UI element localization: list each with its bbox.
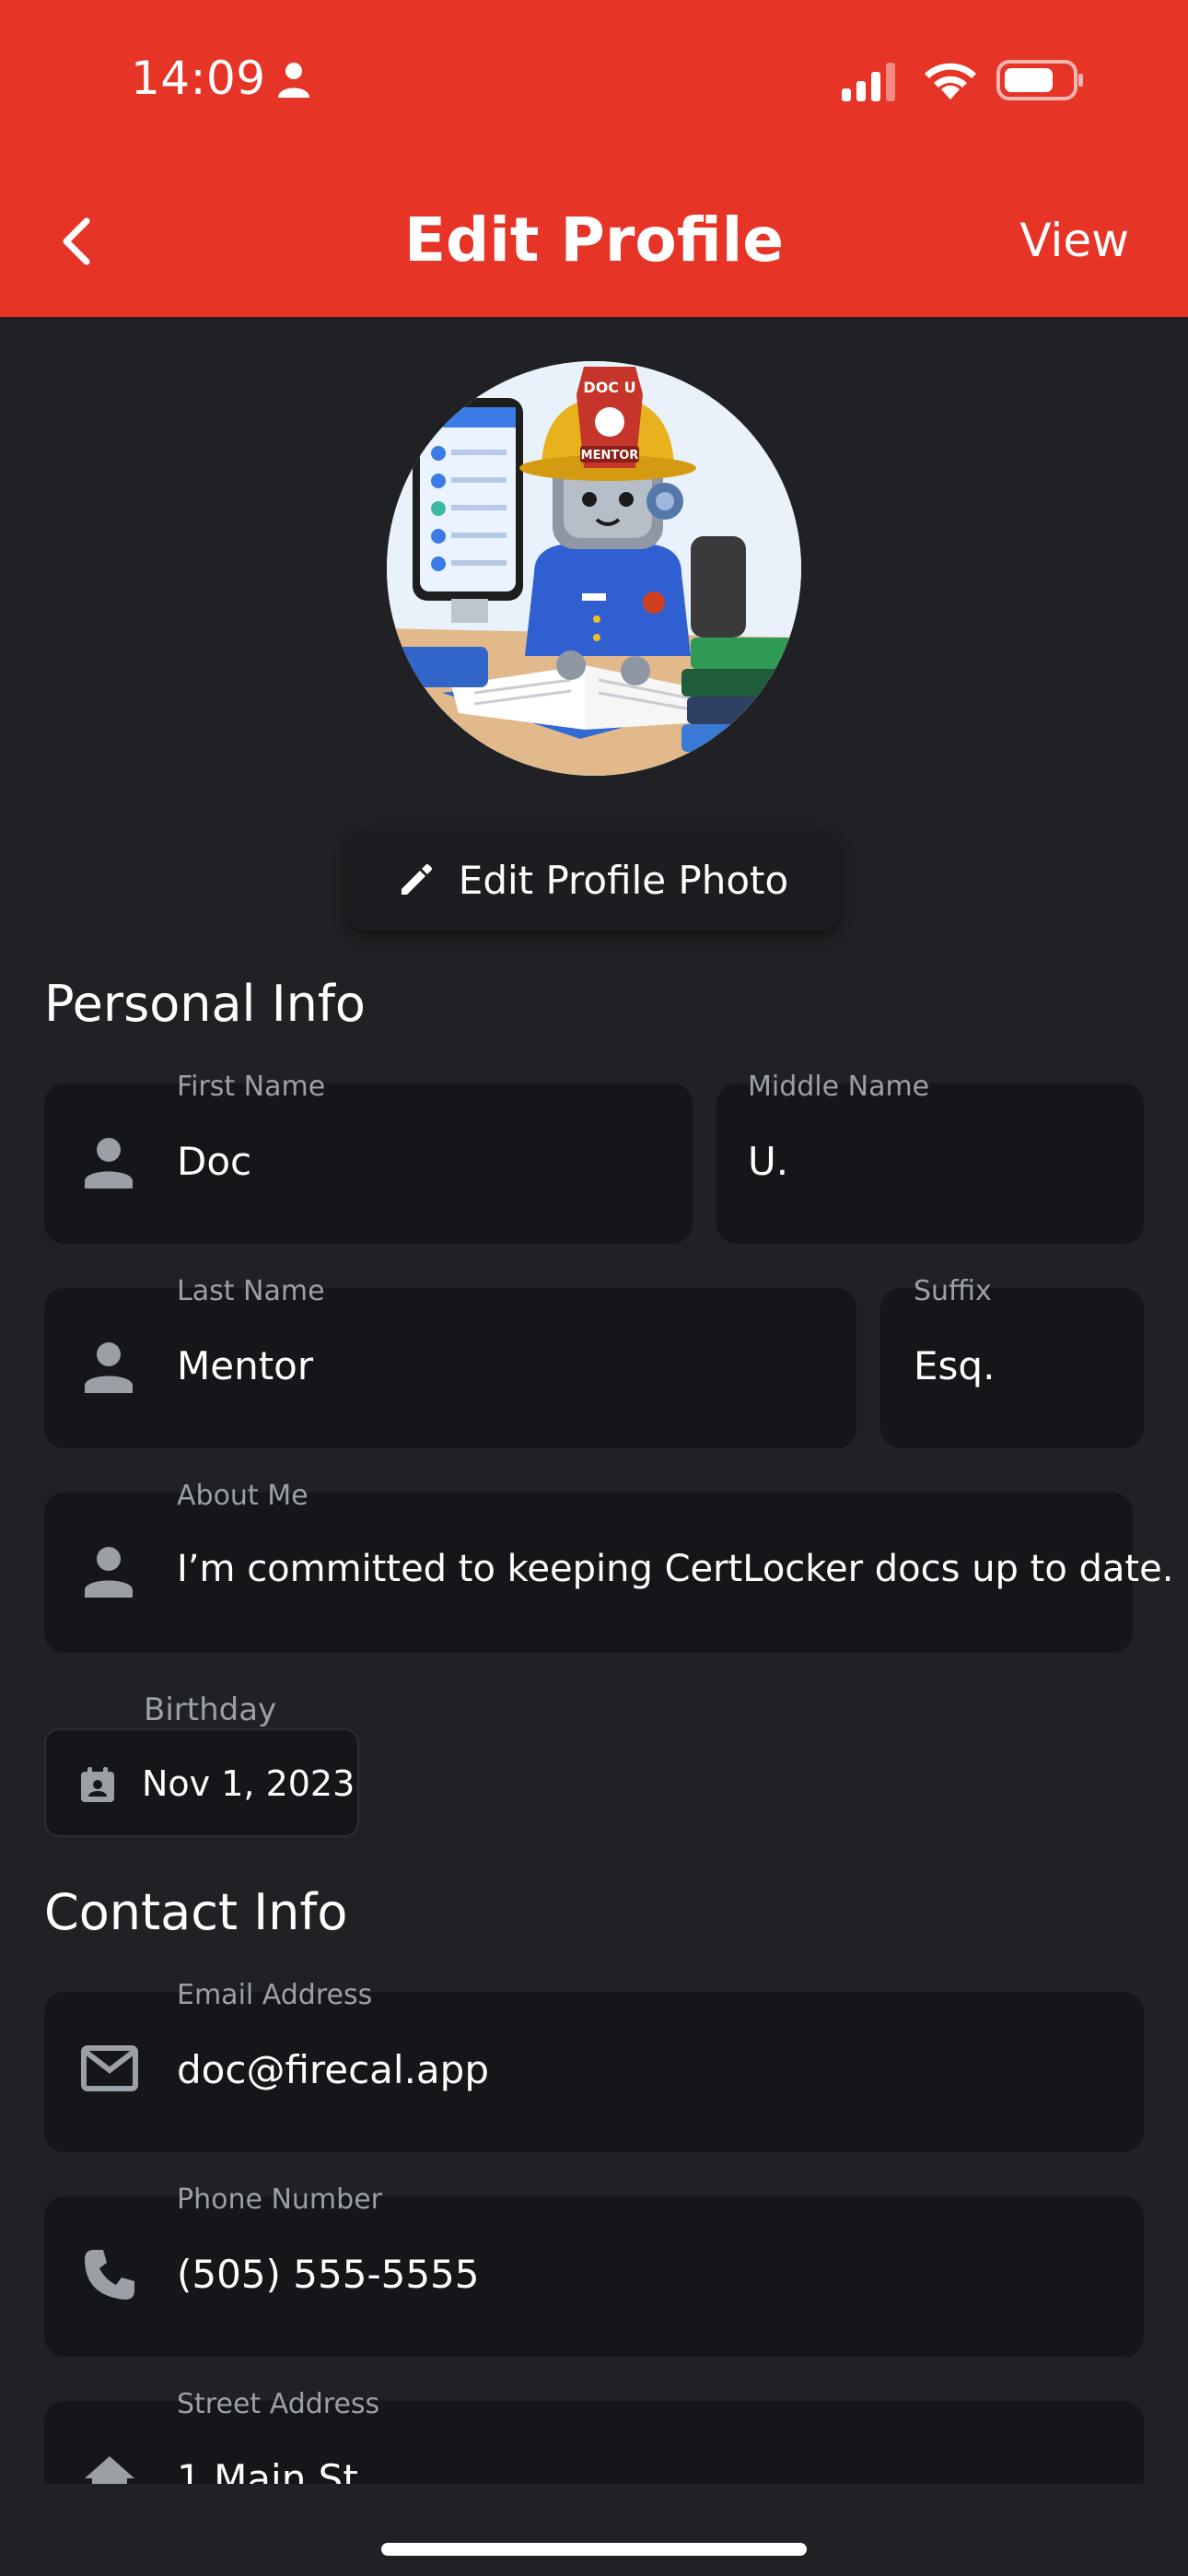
last-name-value: Mentor <box>177 1343 314 1388</box>
about-me-label: About Me <box>177 1480 309 1512</box>
first-name-label: First Name <box>177 1071 326 1103</box>
helmet-badge-top: DOC U <box>583 379 635 396</box>
first-name-field[interactable]: First Name Doc <box>44 1071 693 1244</box>
about-me-value: I’m committed to keeping CertLocker docs… <box>177 1548 1174 1590</box>
profile-photo[interactable]: DOC U MENTOR <box>387 361 801 776</box>
birthday-value: Nov 1, 2023 <box>142 1763 355 1804</box>
first-name-value: Doc <box>177 1139 252 1184</box>
birthday-picker[interactable]: Nov 1, 2023 <box>44 1728 359 1837</box>
battery-icon <box>996 60 1083 100</box>
person-icon <box>85 1138 133 1188</box>
phone-field[interactable]: Phone Number (505) 555-5555 <box>44 2184 1144 2357</box>
suffix-value: Esq. <box>914 1343 996 1388</box>
middle-name-label: Middle Name <box>748 1071 930 1103</box>
status-time: 14:09 <box>131 52 266 105</box>
contact-info-title: Contact Info <box>44 1883 348 1941</box>
signal-icon <box>842 63 895 101</box>
phone-label: Phone Number <box>177 2184 382 2216</box>
pencil-icon <box>401 864 432 895</box>
phone-value: (505) 555-5555 <box>177 2252 480 2297</box>
birthday-label: Birthday <box>144 1692 277 1728</box>
email-label: Email Address <box>177 1979 373 2011</box>
email-value: doc@firecal.app <box>177 2047 489 2092</box>
person-status-icon <box>278 63 309 98</box>
app-header: 14:09 Edit Profile View <box>0 0 1188 317</box>
suffix-label: Suffix <box>914 1275 992 1307</box>
home-indicator[interactable] <box>381 2543 807 2556</box>
middle-name-value: U. <box>748 1139 789 1184</box>
suffix-field[interactable]: Suffix Esq. <box>880 1275 1144 1448</box>
robot-mentor-illustration: DOC U MENTOR <box>387 361 801 776</box>
page-title: Edit Profile <box>403 205 785 275</box>
edit-profile-photo-button[interactable]: Edit Profile Photo <box>346 829 840 931</box>
person-icon <box>85 1547 133 1598</box>
last-name-label: Last Name <box>177 1275 325 1307</box>
phone-icon <box>85 2250 134 2300</box>
bottom-safe-area <box>0 2484 1188 2576</box>
edit-profile-photo-label: Edit Profile Photo <box>458 857 789 903</box>
street-address-label: Street Address <box>177 2388 380 2420</box>
email-field[interactable]: Email Address doc@firecal.app <box>44 1979 1144 2152</box>
middle-name-field[interactable]: Middle Name U. <box>716 1071 1144 1244</box>
calendar-icon <box>81 1767 114 1802</box>
personal-info-title: Personal Info <box>44 975 366 1033</box>
person-icon <box>85 1342 133 1393</box>
mail-icon <box>81 2045 138 2091</box>
helmet-badge-bottom: MENTOR <box>581 449 639 463</box>
wifi-icon <box>925 63 976 100</box>
last-name-field[interactable]: Last Name Mentor <box>44 1275 856 1448</box>
view-button[interactable]: View <box>1019 214 1129 267</box>
about-me-field[interactable]: About Me I’m committed to keeping CertLo… <box>44 1480 1173 1653</box>
